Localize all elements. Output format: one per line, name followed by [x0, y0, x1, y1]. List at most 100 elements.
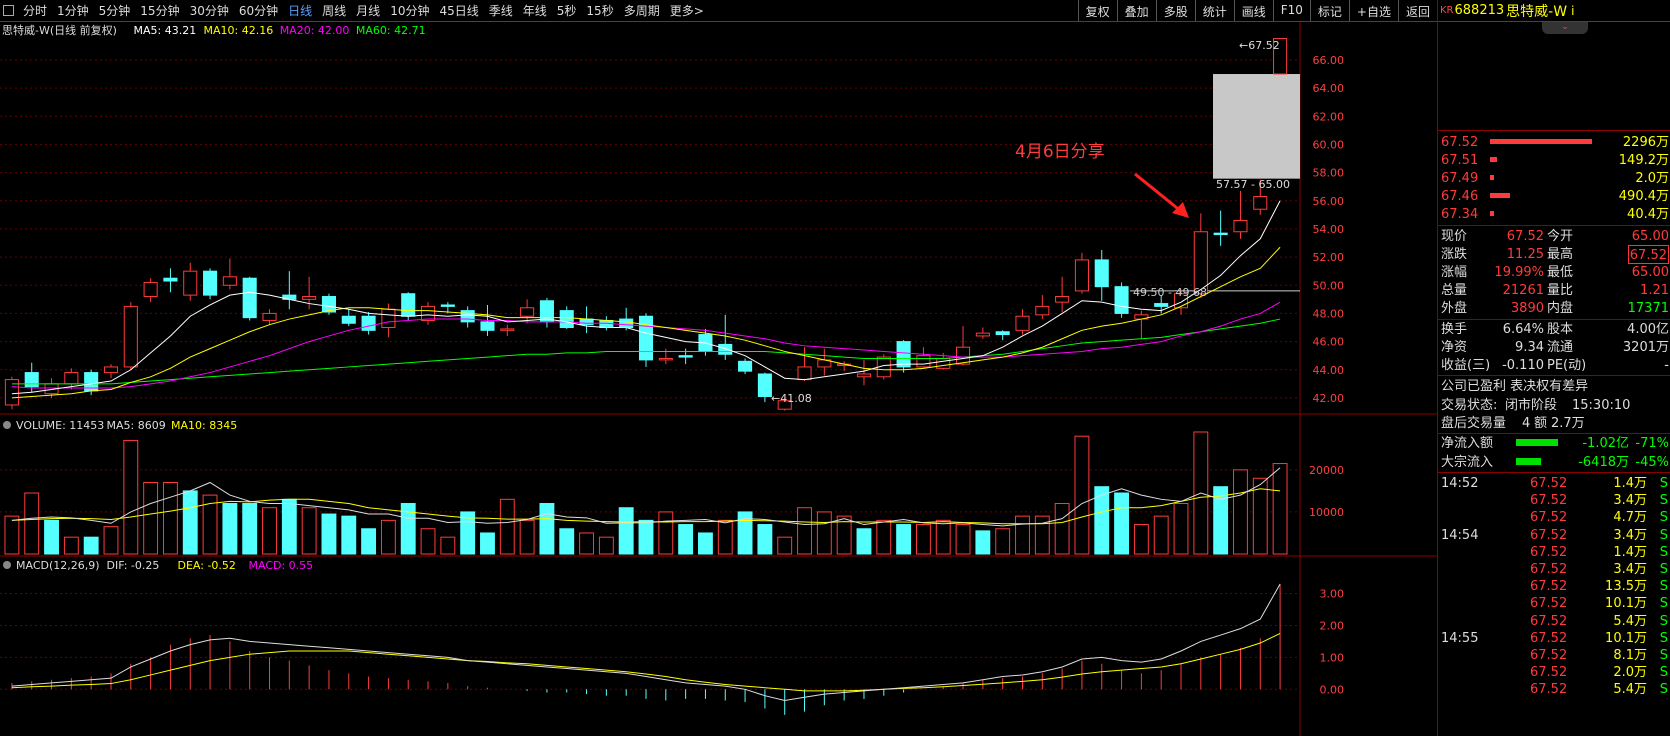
- volume-bar: [1153, 515, 1169, 555]
- period-tab[interactable]: 1分钟: [52, 2, 94, 19]
- tool-button[interactable]: 统计: [1194, 0, 1234, 21]
- period-tab[interactable]: 多周期: [619, 2, 665, 19]
- quote-label: 换手: [1441, 322, 1468, 337]
- quote-label2: 内盘: [1547, 301, 1574, 316]
- tool-button[interactable]: +自选: [1348, 0, 1398, 21]
- tick-row: 67.52 3.4万 S: [1438, 491, 1670, 510]
- volume-bar: [162, 481, 178, 555]
- period-tab[interactable]: 45日线: [434, 2, 483, 19]
- candle: [757, 373, 772, 398]
- volume-bar: [281, 498, 297, 555]
- candle: [361, 315, 376, 331]
- volume-bar: [262, 507, 277, 555]
- divider: [1438, 130, 1670, 131]
- candle: [678, 355, 693, 358]
- tick-price: 67.52: [1530, 596, 1568, 612]
- candle: [1055, 296, 1070, 303]
- chart-area[interactable]: 42.00 44.00 46.00 48.00 50.00 52.00 54.00 56.00…: [0, 22, 1437, 736]
- candle: [1213, 232, 1228, 236]
- flow-bar: [1516, 439, 1558, 446]
- tool-button[interactable]: 画线: [1233, 0, 1273, 21]
- period-tab[interactable]: 60分钟: [234, 2, 283, 19]
- y-tick-label: 3.00: [1320, 588, 1345, 601]
- quote-label: 收益(三): [1441, 358, 1491, 373]
- period-tab[interactable]: 周线: [317, 2, 351, 19]
- volume-bar: [103, 526, 119, 555]
- period-tab[interactable]: 5分钟: [94, 2, 136, 19]
- after-hours-row: 盘后交易量 4 额 2.7万: [1438, 414, 1670, 433]
- period-tab[interactable]: 15分钟: [135, 2, 184, 19]
- tool-button[interactable]: 多股: [1155, 0, 1195, 21]
- period-tab[interactable]: 日线: [283, 2, 317, 19]
- flow-row: 大宗流入 -6418万 -45%: [1438, 453, 1670, 472]
- flow-label: 大宗流入: [1441, 455, 1494, 470]
- quote-row: 涨跌 11.25 最高 67.52: [1438, 245, 1670, 264]
- period-tab[interactable]: 分时: [18, 2, 52, 19]
- volume-bar: [361, 528, 377, 555]
- volume-header-item: VOLUME: 11453: [16, 419, 104, 432]
- tool-button[interactable]: F10: [1272, 0, 1310, 21]
- period-tab[interactable]: 30分钟: [185, 2, 234, 19]
- candle: [975, 332, 990, 337]
- candle: [203, 270, 218, 296]
- quote-row: 外盘 3890 内盘 17371: [1438, 299, 1670, 318]
- tick-side: S: [1659, 682, 1668, 698]
- volume-bar: [757, 524, 773, 555]
- tool-button[interactable]: 标记: [1309, 0, 1349, 21]
- tick-side: S: [1659, 493, 1668, 509]
- window-menu-icon[interactable]: [3, 5, 14, 16]
- candle: [1035, 305, 1050, 316]
- quote-label: 涨跌: [1441, 247, 1468, 262]
- volume-bar: [341, 515, 357, 555]
- y-tick-label: 46.00: [1313, 336, 1345, 349]
- chart-svg[interactable]: 42.00 44.00 46.00 48.00 50.00 52.00 54.00 56.00…: [0, 22, 1437, 736]
- period-tab[interactable]: 15秒: [581, 2, 618, 19]
- market-tag: KR: [1440, 5, 1454, 16]
- y-tick-label: 60.00: [1313, 138, 1345, 151]
- volume-header-item: MA5: 8609: [107, 419, 166, 432]
- candle: [658, 357, 673, 361]
- status-time: 15:30:10: [1572, 398, 1631, 413]
- candle: [619, 318, 634, 329]
- volume-bar: [1074, 435, 1090, 555]
- volume-header-item: MA10: 8345: [171, 419, 237, 432]
- candle: [341, 315, 356, 324]
- status-label: 交易状态:: [1441, 398, 1498, 413]
- quote-value: 67.52: [1506, 229, 1544, 244]
- tick-row: 67.52 13.5万 S: [1438, 577, 1670, 596]
- period-tab[interactable]: 月线: [351, 2, 385, 19]
- volume-bar: [856, 528, 872, 555]
- chevron-down-icon[interactable]: ⌄: [1542, 22, 1588, 34]
- period-tab[interactable]: 5秒: [552, 2, 582, 19]
- y-tick-label: 62.00: [1313, 110, 1345, 123]
- divider: [1438, 472, 1670, 473]
- stock-suffix: i: [1571, 3, 1575, 18]
- volume-bar: [321, 513, 337, 555]
- volume-ma5-line: [11, 467, 1281, 527]
- period-tab[interactable]: 10分钟: [385, 2, 434, 19]
- tick-time: 14:52: [1441, 476, 1479, 491]
- period-tab[interactable]: 年线: [518, 2, 552, 19]
- tool-button[interactable]: 返回: [1397, 0, 1437, 21]
- period-tab[interactable]: 更多>: [665, 2, 709, 19]
- quote-value2: 3201万: [1622, 340, 1669, 355]
- panel-menu-icon[interactable]: [3, 561, 11, 569]
- tool-button[interactable]: 复权: [1077, 0, 1117, 21]
- price-range-box: [1213, 74, 1300, 179]
- flow-bar: [1516, 458, 1541, 465]
- volume-bar: [1114, 492, 1130, 555]
- volume-bar: [698, 532, 713, 555]
- tick-volume: 8.1万: [1613, 648, 1647, 663]
- panel-menu-icon[interactable]: [3, 421, 11, 429]
- tool-button[interactable]: 叠加: [1116, 0, 1156, 21]
- tick-row: 14:54 67.52 3.4万 S: [1438, 526, 1670, 545]
- y-tick-label: 52.00: [1313, 251, 1345, 264]
- period-tab[interactable]: 季线: [484, 2, 518, 19]
- tick-price: 67.52: [1530, 510, 1568, 526]
- quote-value2: 17371: [1627, 301, 1669, 316]
- quote-label2: 最低: [1547, 265, 1574, 280]
- tick-volume: 2.0万: [1613, 665, 1647, 681]
- quote-value: 3890: [1510, 301, 1544, 316]
- y-tick-label: 44.00: [1313, 364, 1345, 377]
- volume-ma10-line: [11, 488, 1281, 525]
